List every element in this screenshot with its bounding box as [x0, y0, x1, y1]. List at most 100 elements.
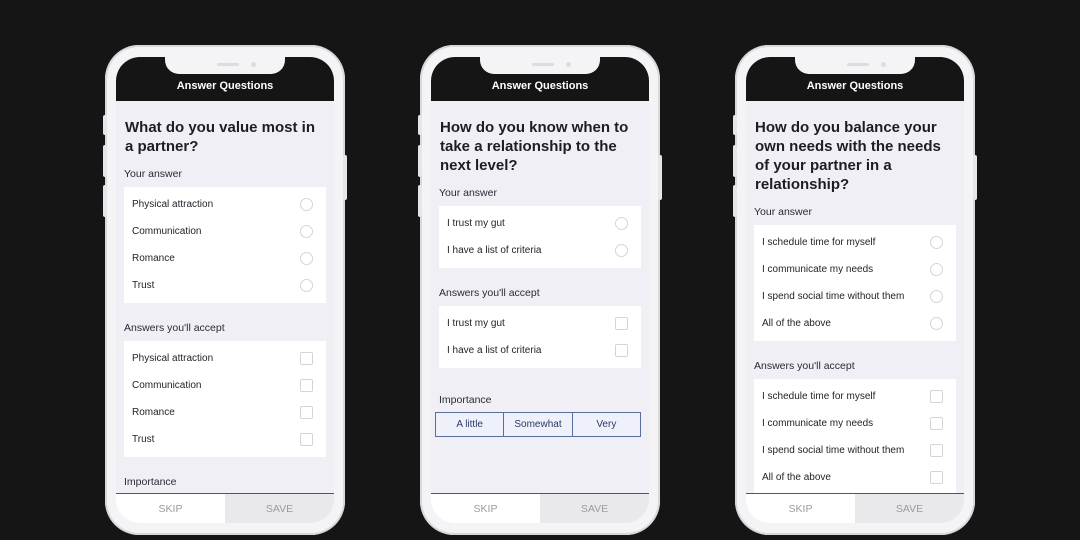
question-content[interactable]: How do you know when to take a relations…	[431, 101, 649, 493]
phone-side-button	[733, 145, 737, 177]
importance-option[interactable]: A little	[436, 413, 503, 436]
option-label: I have a list of criteria	[447, 245, 542, 256]
checkbox[interactable]	[615, 317, 628, 330]
importance-option[interactable]: Somewhat	[503, 413, 571, 436]
accept-option[interactable]: I spend social time without them	[754, 437, 956, 464]
checkbox[interactable]	[300, 352, 313, 365]
answer-option[interactable]: I have a list of criteria	[439, 237, 641, 264]
importance-label: Importance	[439, 394, 492, 406]
radio-button[interactable]	[300, 279, 313, 292]
your-answer-label: Your answer	[124, 168, 182, 180]
option-label: I communicate my needs	[762, 264, 874, 275]
accept-option[interactable]: I have a list of criteria	[439, 337, 641, 364]
phone-side-button	[103, 145, 107, 177]
phone-screen: Answer Questions How do you know when to …	[431, 57, 649, 523]
option-label: Physical attraction	[132, 353, 214, 364]
accept-option[interactable]: Trust	[124, 426, 326, 453]
header-title: Answer Questions	[806, 80, 904, 92]
answer-option[interactable]: Communication	[124, 218, 326, 245]
radio-button[interactable]	[300, 252, 313, 265]
skip-button[interactable]: SKIP	[431, 494, 540, 523]
accept-answers-label: Answers you'll accept	[124, 322, 225, 334]
phone-side-button	[973, 155, 977, 200]
accept-option[interactable]: I trust my gut	[439, 310, 641, 337]
question-content[interactable]: What do you value most in a partner? Your…	[116, 101, 334, 493]
importance-option[interactable]: Very	[571, 413, 640, 436]
answer-option[interactable]: Trust	[124, 272, 326, 299]
checkbox[interactable]	[615, 344, 628, 357]
option-label: All of the above	[762, 472, 831, 483]
phone-notch	[795, 57, 915, 74]
phone-mockup: Answer Questions What do you value most i…	[103, 45, 347, 535]
front-camera	[566, 62, 571, 67]
radio-button[interactable]	[930, 317, 943, 330]
answer-option[interactable]: I spend social time without them	[754, 283, 956, 310]
radio-button[interactable]	[930, 236, 943, 249]
action-footer: SKIP SAVE	[746, 493, 964, 523]
phone-screen: Answer Questions What do you value most i…	[116, 57, 334, 523]
phone-mockup: Answer Questions How do you balance your …	[733, 45, 977, 535]
save-button[interactable]: SAVE	[225, 494, 334, 523]
option-label: Physical attraction	[132, 199, 214, 210]
radio-button[interactable]	[300, 225, 313, 238]
save-button[interactable]: SAVE	[540, 494, 649, 523]
option-label: Romance	[132, 407, 175, 418]
app-header: Answer Questions	[116, 57, 334, 101]
radio-button[interactable]	[300, 198, 313, 211]
phone-screen: Answer Questions How do you balance your …	[746, 57, 964, 523]
checkbox[interactable]	[930, 390, 943, 403]
checkbox[interactable]	[930, 471, 943, 484]
question-title: How do you know when to take a relations…	[440, 119, 629, 174]
accept-option[interactable]: Romance	[124, 399, 326, 426]
answer-option[interactable]: Romance	[124, 245, 326, 272]
option-label: I schedule time for myself	[762, 237, 876, 248]
front-camera	[251, 62, 256, 67]
save-button[interactable]: SAVE	[855, 494, 964, 523]
accept-option[interactable]: Physical attraction	[124, 345, 326, 372]
phone-side-button	[103, 115, 107, 135]
skip-button[interactable]: SKIP	[116, 494, 225, 523]
speaker-grille	[847, 63, 869, 66]
radio-button[interactable]	[615, 217, 628, 230]
accept-option[interactable]: Communication	[124, 372, 326, 399]
option-label: I communicate my needs	[762, 418, 874, 429]
accept-option[interactable]: All of the above	[754, 464, 956, 491]
header-title: Answer Questions	[176, 80, 274, 92]
radio-button[interactable]	[930, 290, 943, 303]
phone-notch	[165, 57, 285, 74]
option-label: Trust	[132, 434, 155, 445]
accept-option[interactable]: I communicate my needs	[754, 410, 956, 437]
app-header: Answer Questions	[431, 57, 649, 101]
checkbox[interactable]	[300, 433, 313, 446]
answer-option[interactable]: I trust my gut	[439, 210, 641, 237]
phone-mockup: Answer Questions How do you know when to …	[418, 45, 662, 535]
accept-answers-list: Physical attraction Communication Romance T…	[124, 341, 326, 457]
checkbox[interactable]	[300, 379, 313, 392]
speaker-grille	[532, 63, 554, 66]
checkbox[interactable]	[300, 406, 313, 419]
radio-button[interactable]	[930, 263, 943, 276]
checkbox[interactable]	[930, 417, 943, 430]
answer-option[interactable]: I communicate my needs	[754, 256, 956, 283]
question-content[interactable]: How do you balance your own needs with t…	[746, 101, 964, 493]
answer-option[interactable]: All of the above	[754, 310, 956, 337]
accept-answers-list: I trust my gut I have a list of criteria	[439, 306, 641, 368]
skip-button[interactable]: SKIP	[746, 494, 855, 523]
option-label: Communication	[132, 380, 202, 391]
answer-option[interactable]: Physical attraction	[124, 191, 326, 218]
accept-option[interactable]: I schedule time for myself	[754, 383, 956, 410]
option-label: I spend social time without them	[762, 445, 905, 456]
option-label: I trust my gut	[447, 218, 505, 229]
radio-button[interactable]	[615, 244, 628, 257]
answer-option[interactable]: I schedule time for myself	[754, 229, 956, 256]
your-answer-label: Your answer	[754, 206, 812, 218]
checkbox[interactable]	[930, 444, 943, 457]
accept-answers-label: Answers you'll accept	[754, 360, 855, 372]
phone-notch	[480, 57, 600, 74]
option-label: I trust my gut	[447, 318, 505, 329]
option-label: I spend social time without them	[762, 291, 905, 302]
action-footer: SKIP SAVE	[116, 493, 334, 523]
phone-side-button	[418, 145, 422, 177]
option-label: Romance	[132, 253, 175, 264]
accept-answers-list: I schedule time for myself I communicate …	[754, 379, 956, 493]
